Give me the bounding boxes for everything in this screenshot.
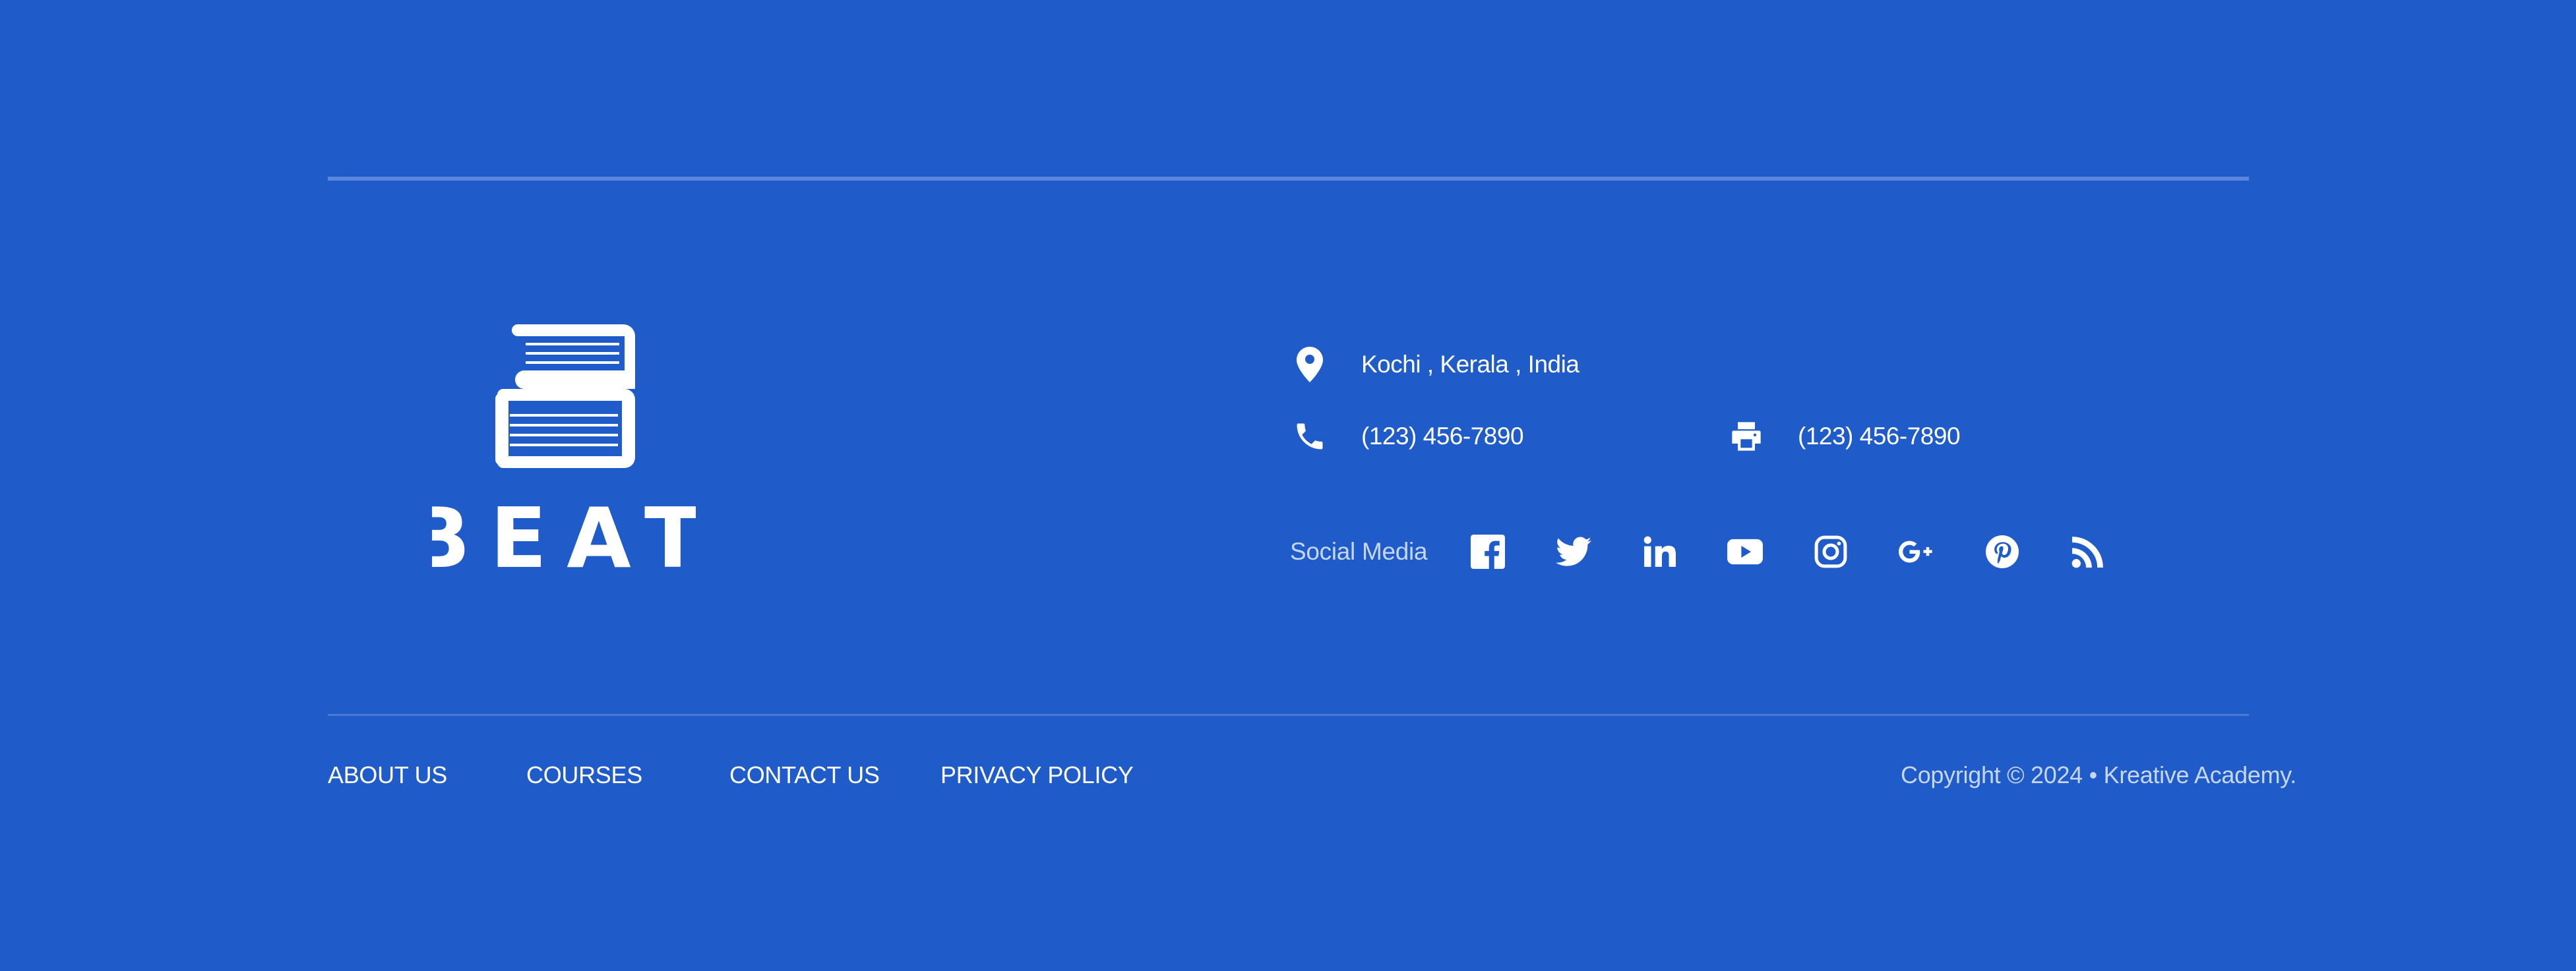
logo-wordmark: BEAT <box>432 490 696 574</box>
address-row: Kochi , Kerala , India <box>1293 347 1579 382</box>
facebook-icon[interactable] <box>1469 533 1506 570</box>
social-icons <box>1469 533 2106 570</box>
social-media-label: Social Media <box>1290 538 1428 565</box>
phone-text[interactable]: (123) 456-7890 <box>1361 423 1524 450</box>
pinterest-icon[interactable] <box>1984 533 2021 570</box>
footer-link-about[interactable]: ABOUT US <box>328 761 526 789</box>
social-media-bar: Social Media <box>1290 533 2106 571</box>
footer-nav: ABOUT US COURSES CONTACT US PRIVACY POLI… <box>328 758 1134 792</box>
linkedin-icon[interactable] <box>1641 533 1678 570</box>
top-divider <box>328 177 2249 181</box>
footer-link-privacy[interactable]: PRIVACY POLICY <box>940 761 1134 789</box>
bottom-divider <box>328 714 2249 716</box>
instagram-icon[interactable] <box>1812 533 1849 570</box>
fax-row: (123) 456-7890 <box>1729 419 1961 454</box>
google-plus-icon[interactable] <box>1898 533 1935 570</box>
youtube-icon[interactable] <box>1727 533 1763 570</box>
fax-text: (123) 456-7890 <box>1798 423 1961 450</box>
copyright-text: Copyright © 2024 • Kreative Academy. <box>1901 761 2296 788</box>
address-text: Kochi , Kerala , India <box>1361 351 1579 378</box>
twitter-icon[interactable] <box>1555 533 1592 570</box>
phone-row[interactable]: (123) 456-7890 <box>1293 419 1524 454</box>
footer-link-contact[interactable]: CONTACT US <box>729 761 940 789</box>
stacked-books-icon: BEAT <box>432 324 696 574</box>
location-pin-icon <box>1293 347 1327 382</box>
printer-icon <box>1729 419 1763 454</box>
phone-icon <box>1293 419 1327 454</box>
brand-logo[interactable]: BEAT <box>432 316 696 574</box>
footer-link-courses[interactable]: COURSES <box>526 761 729 789</box>
rss-icon[interactable] <box>2070 533 2106 570</box>
